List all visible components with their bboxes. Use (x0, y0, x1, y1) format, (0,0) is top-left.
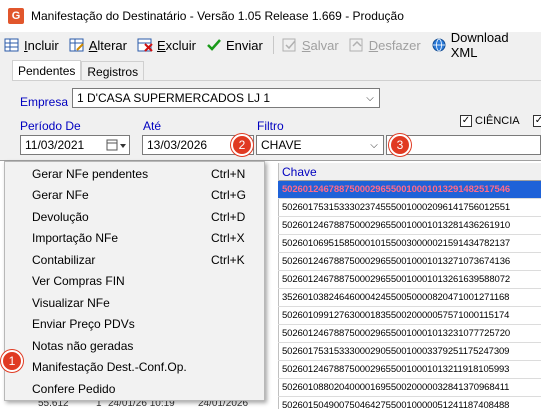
tab-strip: Pendentes Registros (12, 60, 145, 81)
menu-item-importacao-nfe[interactable]: Importação NFe Ctrl+X (5, 228, 264, 250)
alterar-button[interactable]: Alterar (65, 34, 133, 56)
table-row[interactable]: 5026012467887500029655001000101321191810… (278, 361, 541, 379)
filtro-select[interactable]: CHAVE ⌵ (256, 135, 384, 155)
menu-item-notas-nao-geradas[interactable]: Notas não geradas (5, 335, 264, 357)
tab-registros[interactable]: Registros (81, 61, 145, 81)
menu-item-ver-compras-fin[interactable]: Ver Compras FIN (5, 271, 264, 293)
enviar-button[interactable]: Enviar (202, 34, 269, 56)
calendar-icon[interactable] (105, 139, 127, 151)
chevron-down-icon: ⌵ (370, 139, 378, 151)
grid-edit-icon (69, 38, 85, 52)
menu-item-visualizar-nfe[interactable]: Visualizar NFe (5, 292, 264, 314)
menu-item-contabilizar[interactable]: Contabilizar Ctrl+K (5, 249, 264, 271)
checkmark-icon: ✓ (533, 115, 541, 127)
empresa-select[interactable]: 1 D'CASA SUPERMERCADOS LJ 1 ⌵ (72, 88, 380, 108)
tab-divider (12, 80, 541, 81)
toolbar: Incluir Alterar Excluir Enviar Salvar De… (0, 30, 541, 60)
step-badge-2: 2 (231, 134, 253, 156)
window-title: Manifestação do Destinatário - Versão 1.… (31, 9, 404, 23)
table-row[interactable]: 5026017531533302374555001000209614175601… (278, 199, 541, 217)
step-badge-1: 1 (1, 350, 23, 372)
menu-item-enviar-preco-pdvs[interactable]: Enviar Preço PDVs (5, 314, 264, 336)
salvar-button[interactable]: Salvar (278, 34, 345, 56)
table-row-selected[interactable]: 5026012467887500029655001000101329148251… (278, 181, 541, 199)
excluir-button[interactable]: Excluir (133, 34, 202, 56)
toolbar-separator (272, 36, 274, 54)
menu-item-manifestacao-dest[interactable]: Manifestação Dest.-Conf.Op. (5, 357, 264, 379)
step-badge-3: 3 (389, 134, 411, 156)
desfazer-button[interactable]: Desfazer (345, 34, 427, 56)
grid-delete-icon (137, 38, 153, 52)
title-bar: G Manifestação do Destinatário - Versão … (0, 0, 541, 32)
incluir-button[interactable]: Incluir (0, 34, 65, 56)
ciencia-checkbox[interactable]: ✓ CIÊNCIA (460, 115, 520, 127)
periodo-label: Período De (20, 119, 81, 133)
periodo-date-field[interactable]: 11/03/2021 (20, 135, 130, 155)
context-menu: Gerar NFe pendentes Ctrl+N Gerar NFe Ctrl+… (4, 161, 265, 401)
table-row[interactable]: 5026017531533300029055001000337925117524… (278, 343, 541, 361)
globe-icon (431, 38, 447, 52)
table-row[interactable]: 5026012467887500029655001000101323107772… (278, 325, 541, 343)
table-row[interactable]: 5026012467887500029655001000101327107367… (278, 253, 541, 271)
table-row[interactable]: 3526010382464600042455005000082047100127… (278, 289, 541, 307)
menu-item-confere-pedido[interactable]: Confere Pedido (5, 378, 264, 400)
table-row[interactable]: 5026010880204000016955002000003284137096… (278, 379, 541, 397)
chevron-down-icon: ⌵ (366, 92, 374, 104)
table-row[interactable]: 5026010695158500010155003000002159143478… (278, 235, 541, 253)
table-row[interactable]: 5026012467887500029655001000101328143626… (278, 217, 541, 235)
menu-item-devolucao[interactable]: Devolução Ctrl+D (5, 206, 264, 228)
filtro-label: Filtro (257, 119, 284, 133)
app-icon: G (8, 8, 24, 24)
download-xml-button[interactable]: Download XML (427, 30, 541, 60)
checkmark-icon: ✓ (460, 115, 472, 127)
tab-pendentes[interactable]: Pendentes (12, 60, 82, 81)
empresa-label: Empresa (20, 95, 69, 109)
partial-grid-row: 55.612 1 24/01/26 10:19 24/01/2026 (38, 400, 249, 409)
table-row[interactable]: 5026012467887500029655001000101326163958… (278, 271, 541, 289)
undo-icon (349, 38, 365, 52)
menu-item-gerar-nfe-pendentes[interactable]: Gerar NFe pendentes Ctrl+N (5, 163, 264, 185)
ate-label: Até (143, 119, 162, 133)
menu-item-gerar-nfe[interactable]: Gerar NFe Ctrl+G (5, 185, 264, 207)
checkmark-icon (206, 38, 222, 52)
chave-column-header[interactable]: Chave (278, 163, 541, 181)
grid-add-icon (4, 38, 20, 52)
save-icon (282, 38, 298, 52)
second-checkbox[interactable]: ✓ (533, 115, 541, 127)
table-row[interactable]: 5026010991276300018355002000005757100011… (278, 307, 541, 325)
